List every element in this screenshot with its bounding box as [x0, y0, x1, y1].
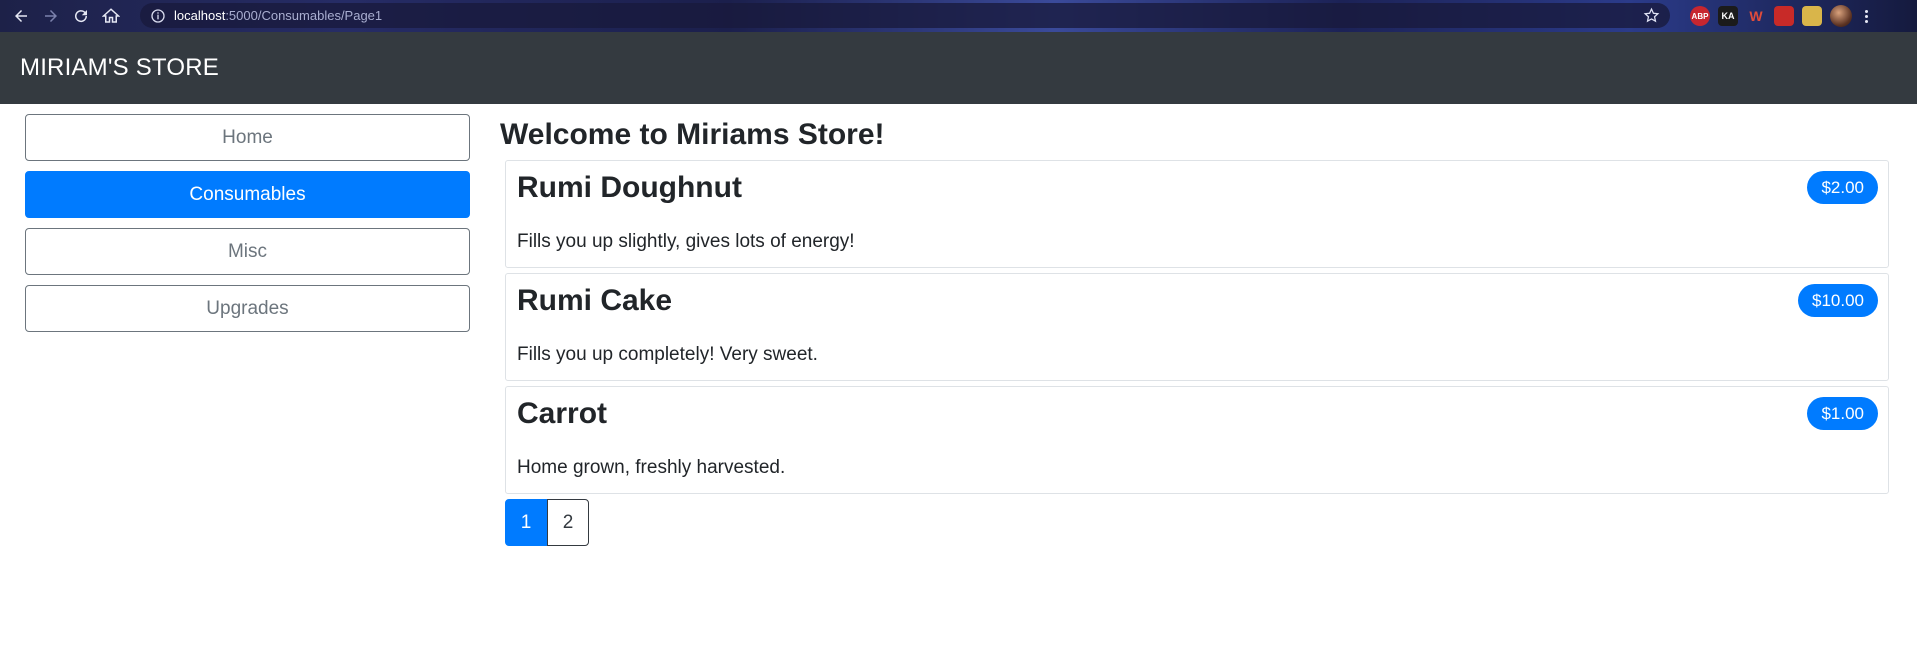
page-title: Welcome to Miriams Store!: [500, 118, 885, 151]
product-description: Fills you up slightly, gives lots of ene…: [517, 231, 855, 252]
arrow-right-icon: [45, 10, 57, 22]
product-name: Carrot: [517, 397, 608, 430]
url-host: localhost: [174, 8, 226, 23]
reload-icon: [75, 10, 88, 23]
product-card: Carrot $1.00 Home grown, freshly harvest…: [505, 386, 1889, 494]
price-badge: $10.00: [1798, 284, 1878, 317]
browser-menu-icon[interactable]: [1862, 9, 1870, 23]
adblock-extension-icon[interactable]: ABP: [1690, 6, 1710, 26]
product-name: Rumi Cake: [517, 284, 673, 317]
yellow-extension-icon[interactable]: [1802, 6, 1822, 26]
page-2-button[interactable]: 2: [547, 499, 589, 546]
category-misc-button[interactable]: Misc: [25, 228, 470, 275]
category-sidebar: Home Consumables Misc Upgrades: [25, 114, 470, 342]
price-badge: $2.00: [1807, 171, 1878, 204]
browser-toolbar: localhost:5000/Consumables/Page1 ABP KA …: [0, 0, 1917, 32]
site-navbar: MIRIAM'S STORE: [0, 32, 1917, 104]
home-button[interactable]: [96, 1, 126, 31]
red-extension-icon[interactable]: [1774, 6, 1794, 26]
category-upgrades-button[interactable]: Upgrades: [25, 285, 470, 332]
profile-avatar[interactable]: [1830, 5, 1852, 27]
bookmark-star-icon[interactable]: [1643, 7, 1660, 24]
reload-button[interactable]: [66, 1, 96, 31]
category-home-button[interactable]: Home: [25, 114, 470, 161]
page-1-button[interactable]: 1: [505, 499, 547, 546]
product-description: Fills you up completely! Very sweet.: [517, 344, 818, 365]
price-badge: $1.00: [1807, 397, 1878, 430]
back-button[interactable]: [6, 1, 36, 31]
category-consumables-button[interactable]: Consumables: [25, 171, 470, 218]
info-icon[interactable]: [150, 8, 166, 24]
home-icon: [102, 8, 120, 23]
ka-extension-icon[interactable]: KA: [1718, 6, 1738, 26]
main-content: Welcome to Miriams Store! Rumi Doughnut …: [500, 114, 1892, 546]
product-description: Home grown, freshly harvested.: [517, 457, 786, 478]
product-name: Rumi Doughnut: [517, 171, 742, 204]
pagination: 1 2: [505, 499, 1892, 546]
product-card: Rumi Cake $10.00 Fills you up completely…: [505, 273, 1889, 381]
w-extension-icon[interactable]: W: [1746, 6, 1766, 26]
product-card: Rumi Doughnut $2.00 Fills you up slightl…: [505, 160, 1889, 268]
url-path: :5000/Consumables/Page1: [225, 8, 383, 23]
extensions-tray: ABP KA W: [1690, 5, 1870, 27]
store-brand[interactable]: MIRIAM'S STORE: [20, 54, 219, 82]
arrow-left-icon: [15, 10, 27, 22]
address-bar[interactable]: localhost:5000/Consumables/Page1: [140, 3, 1670, 28]
forward-button[interactable]: [36, 1, 66, 31]
